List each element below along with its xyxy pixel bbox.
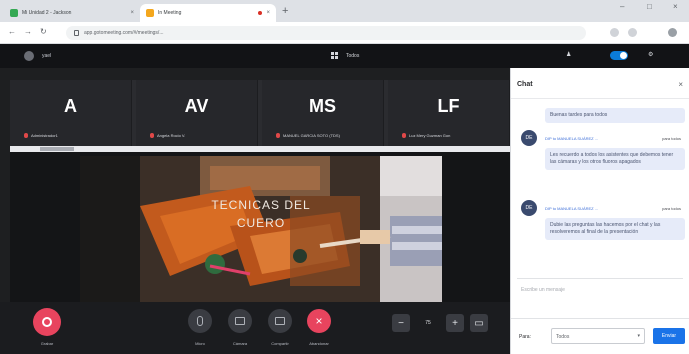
record-label: Grabar	[40, 341, 54, 346]
record-button[interactable]	[33, 308, 61, 336]
leave-label: Abandonar	[309, 341, 329, 346]
meeting-toolbar: Grabar Micro Cámara Compartir × Abandona…	[0, 302, 510, 354]
scrollbar-thumb[interactable]	[40, 147, 74, 151]
participant-tile[interactable]: A Administrador1	[10, 80, 132, 146]
participants-strip: A Administrador1 AV Angela Rocio V. MS M…	[10, 80, 510, 146]
drive-icon	[10, 9, 18, 17]
zoom-in-button[interactable]: +	[446, 314, 464, 332]
people-icon[interactable]: ♟	[566, 51, 571, 58]
fit-screen-button[interactable]: ▭	[470, 314, 488, 332]
record-icon	[42, 317, 52, 327]
reload-icon[interactable]: ↻	[40, 27, 47, 36]
message-recipient: para todos	[662, 136, 681, 141]
mic-muted-icon	[150, 133, 154, 138]
lock-icon	[74, 30, 79, 36]
view-selector[interactable]: Todos	[346, 53, 359, 59]
mic-muted-icon	[402, 133, 406, 138]
participant-name: Luz Mery Guzman Gon	[402, 133, 505, 138]
share-button[interactable]	[268, 309, 292, 333]
video-title-line-2: CUERO	[236, 216, 286, 230]
maximize-icon[interactable]: □	[647, 2, 652, 11]
url-field[interactable]: app.gotomeeting.com/#/meetings/...	[66, 26, 586, 40]
shared-video: TECNICAS DEL CUERO	[80, 156, 442, 302]
browser-tab-1[interactable]: Mi Unidad 2 - Jackson ×	[4, 4, 140, 22]
microphone-icon	[197, 316, 203, 326]
star-icon[interactable]	[610, 28, 619, 37]
user-avatar[interactable]	[24, 51, 34, 61]
chat-toggle[interactable]	[610, 51, 628, 60]
close-tab-icon[interactable]: ×	[266, 10, 270, 16]
recording-indicator-icon	[258, 11, 263, 15]
chat-footer: Para: Todos ▾ Enviar	[511, 318, 689, 354]
user-name: yael	[42, 53, 52, 59]
tab-title: Mi Unidad 2 - Jackson	[22, 10, 72, 16]
mic-label: Micro	[195, 341, 205, 346]
message-sender[interactable]: DIP to MANUELA SUÁREZ ...	[545, 136, 598, 141]
divider	[511, 98, 689, 99]
minimize-icon[interactable]: –	[620, 2, 624, 11]
browser-tab-2[interactable]: In Meeting ×	[140, 4, 276, 22]
url-text: app.gotomeeting.com/#/meetings/...	[84, 30, 164, 36]
settings-icon[interactable]: ⚙	[648, 51, 653, 58]
participant-name: Administrador1	[24, 133, 127, 138]
camera-button[interactable]	[228, 309, 252, 333]
chevron-down-icon: ▾	[637, 333, 640, 339]
chat-message: Les recuerdo a todos los asistentes que …	[545, 148, 685, 170]
camera-label: Cámara	[232, 341, 248, 346]
forward-icon[interactable]: →	[24, 27, 32, 36]
participant-name: Angela Rocio V.	[150, 133, 253, 138]
screen-share-icon	[275, 317, 285, 325]
message-sender[interactable]: DIP to MANUELA SUÁREZ ...	[545, 206, 598, 211]
recipient-value: Todos	[556, 334, 570, 340]
close-tab-icon[interactable]: ×	[130, 10, 134, 16]
participant-tile[interactable]: LF Luz Mery Guzman Gon	[388, 80, 510, 146]
grid-view-icon[interactable]	[331, 52, 338, 59]
close-window-icon[interactable]: ×	[673, 2, 678, 11]
chat-message: Buenas tardes para todos	[545, 108, 685, 123]
close-icon: ×	[315, 314, 323, 328]
meeting-top-bar: yael Todos ♟ ⚙	[0, 44, 689, 68]
mic-button[interactable]	[188, 309, 212, 333]
participant-initials: MS	[309, 96, 336, 116]
message-recipient: para todos	[662, 206, 681, 211]
zoom-value: 75	[425, 320, 431, 326]
video-stage: TECNICAS DEL CUERO	[10, 152, 510, 302]
sender-avatar: DE	[521, 130, 537, 146]
participant-initials: AV	[184, 96, 209, 116]
browser-tab-bar: Mi Unidad 2 - Jackson × In Meeting × + –…	[0, 0, 689, 22]
tab-title: In Meeting	[158, 10, 182, 16]
zoom-control: − 75 + ▭	[390, 314, 494, 332]
participant-initials: LF	[437, 96, 460, 116]
video-title-line-1: TECNICAS DEL	[211, 198, 311, 212]
mic-muted-icon	[276, 133, 280, 138]
recipient-select[interactable]: Todos ▾	[551, 328, 645, 344]
chat-title: Chat	[517, 81, 533, 88]
close-chat-icon[interactable]: ×	[678, 80, 683, 89]
zoom-out-button[interactable]: −	[392, 314, 410, 332]
chat-panel: Chat × Buenas tardes para todos DE DIP t…	[510, 68, 689, 354]
profile-avatar[interactable]	[668, 28, 677, 37]
participant-tile[interactable]: MS MANUEL GARCIA SOTO (TDS)	[262, 80, 384, 146]
participant-initials: A	[64, 96, 77, 116]
extension-icon[interactable]	[628, 28, 637, 37]
camera-icon	[235, 317, 245, 325]
leave-button[interactable]: ×	[307, 309, 331, 333]
participant-name: MANUEL GARCIA SOTO (TDS)	[276, 133, 379, 138]
sender-avatar: DE	[521, 200, 537, 216]
chat-message: Dubie las preguntas las hacemos por el c…	[545, 218, 685, 240]
chat-message-input[interactable]: Escribe un mensaje	[517, 278, 683, 298]
back-icon[interactable]: ←	[8, 27, 16, 36]
to-label: Para:	[519, 334, 531, 340]
gotomeeting-icon	[146, 9, 154, 17]
mic-muted-icon	[24, 133, 28, 138]
share-label: Compartir	[271, 341, 289, 346]
participant-tile[interactable]: AV Angela Rocio V.	[136, 80, 258, 146]
send-button[interactable]: Enviar	[653, 328, 685, 344]
new-tab-button[interactable]: +	[282, 5, 288, 17]
address-bar: ← → ↻ app.gotomeeting.com/#/meetings/...	[0, 22, 689, 44]
